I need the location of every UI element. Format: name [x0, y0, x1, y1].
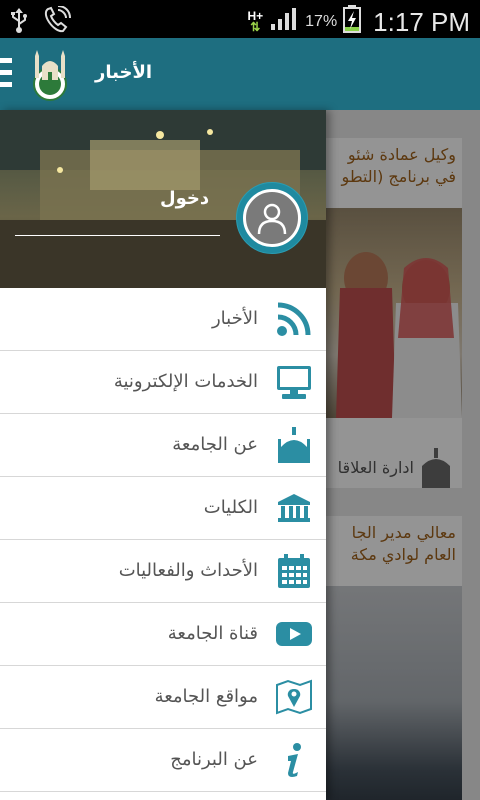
user-avatar-icon [243, 189, 301, 247]
page-title: الأخبار [95, 62, 153, 83]
menu-item-about-app[interactable]: عن البرنامج [0, 729, 326, 792]
clock: 1:17 PM [373, 6, 470, 37]
info-icon [276, 742, 312, 778]
university-logo[interactable] [30, 48, 70, 102]
menu-item-label: الكليات [203, 497, 258, 518]
menu-item-colleges[interactable]: الكليات [0, 477, 326, 540]
login-underline [15, 235, 220, 236]
menu-item-university-locations[interactable]: مواقع الجامعة [0, 666, 326, 729]
menu-item-label: الخدمات الإلكترونية [113, 371, 258, 392]
mosque-icon [276, 427, 312, 463]
menu-item-label: مواقع الجامعة [154, 686, 258, 707]
menu-item-label: الأخبار [211, 308, 258, 329]
drawer-header: دخول [0, 110, 326, 288]
youtube-icon [276, 616, 312, 652]
battery-percent: 17% [305, 13, 338, 30]
menu-item-about-university[interactable]: عن الجامعة [0, 414, 326, 477]
menu-item-label: عن الجامعة [172, 434, 258, 455]
battery-charging-icon [343, 5, 362, 39]
menu-item-label: عن البرنامج [170, 749, 258, 770]
calendar-icon [276, 553, 312, 589]
drawer-scrim[interactable] [326, 110, 480, 800]
menu-item-label: قناة الجامعة [167, 623, 258, 644]
menu-item-events[interactable]: الأحداث والفعاليات [0, 540, 326, 603]
monitor-icon [276, 364, 312, 400]
data-arrows-icon: H+ ⇅ [247, 9, 264, 34]
user-avatar[interactable] [236, 182, 308, 254]
menu-item-university-channel[interactable]: قناة الجامعة [0, 603, 326, 666]
phone-call-icon [42, 5, 72, 39]
drawer-menu: الأخبار الخدمات الإلكترونية عن الجامعة ا… [0, 288, 326, 792]
menu-item-e-services[interactable]: الخدمات الإلكترونية [0, 351, 326, 414]
building-icon [276, 490, 312, 526]
signal-icon [269, 7, 299, 37]
menu-item-label: الأحداث والفعاليات [118, 560, 258, 581]
rss-icon [276, 301, 312, 337]
usb-icon [10, 7, 28, 38]
menu-item-news[interactable]: الأخبار [0, 288, 326, 351]
menu-icon[interactable] [0, 58, 12, 92]
login-link[interactable]: دخول [160, 188, 209, 209]
app-bar: الأخبار [0, 38, 480, 110]
status-bar: H+ ⇅ 17% 1:17 PM [0, 0, 480, 38]
map-pin-icon [276, 679, 312, 715]
navigation-drawer: دخول الأخبار الخدمات الإلكترونية عن الجا… [0, 110, 326, 800]
